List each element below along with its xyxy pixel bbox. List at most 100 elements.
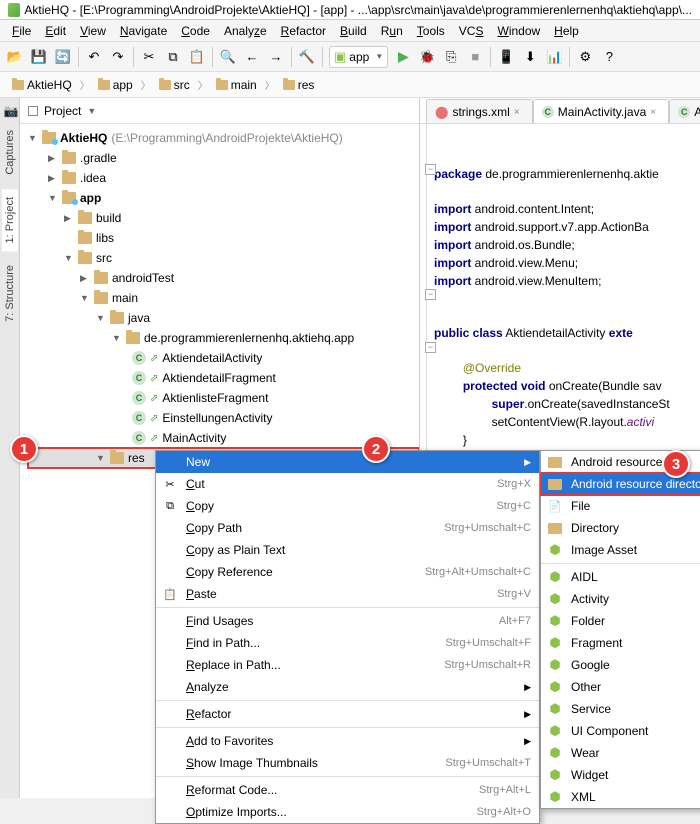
tree-gradle[interactable]: ▶.gradle xyxy=(28,148,419,168)
close-icon[interactable]: × xyxy=(650,107,660,117)
tree-class2[interactable]: C⬀AktiendetailFragment xyxy=(28,368,419,388)
sdk-icon[interactable]: ⬇ xyxy=(521,48,539,66)
tree-root[interactable]: ▼AktieHQ (E:\Programming\AndroidProjekte… xyxy=(28,128,419,148)
crumb-src[interactable]: src xyxy=(153,76,196,94)
crumb-res[interactable]: res xyxy=(277,76,321,94)
menu-item-add-to-favorites[interactable]: Add to Favorites▶ xyxy=(156,730,539,752)
menu-item-find-in-path-[interactable]: Find in Path...Strg+Umschalt+F xyxy=(156,632,539,654)
build-icon[interactable]: 🔨 xyxy=(298,48,316,66)
menu-item-copy[interactable]: ⧉CopyStrg+C xyxy=(156,495,539,517)
tree-class5[interactable]: C⬀MainActivity xyxy=(28,428,419,448)
menu-refactor[interactable]: Refactor xyxy=(275,22,332,40)
find-icon[interactable]: 🔍 xyxy=(219,48,237,66)
context-submenu-new[interactable]: Android resource fileAndroid resource di… xyxy=(540,450,700,809)
menu-run[interactable]: Run xyxy=(375,22,409,40)
view-mode-icon[interactable] xyxy=(28,106,38,116)
crumb-main[interactable]: main xyxy=(210,76,263,94)
menu-item-copy-path[interactable]: Copy PathStrg+Umschalt+C xyxy=(156,517,539,539)
save-icon[interactable]: 💾 xyxy=(30,48,48,66)
back-icon[interactable]: ← xyxy=(243,48,261,66)
context-menu[interactable]: New▶✂CutStrg+X⧉CopyStrg+CCopy PathStrg+U… xyxy=(155,450,540,824)
fold-icon[interactable]: − xyxy=(425,342,436,353)
tree-package[interactable]: ▼de.programmierenlernenhq.aktiehq.app xyxy=(28,328,419,348)
menu-item-analyze[interactable]: Analyze▶ xyxy=(156,676,539,698)
tree-idea[interactable]: ▶.idea xyxy=(28,168,419,188)
copy-icon[interactable]: ⧉ xyxy=(164,48,182,66)
menu-item-image-asset[interactable]: ⬢Image Asset xyxy=(541,539,700,561)
redo-icon[interactable]: ↷ xyxy=(109,48,127,66)
debug-icon[interactable]: 🐞 xyxy=(418,48,436,66)
menu-window[interactable]: Window xyxy=(491,22,546,40)
menu-item-copy-as-plain-text[interactable]: Copy as Plain Text xyxy=(156,539,539,561)
camera-icon[interactable]: 📷 xyxy=(4,104,16,116)
monitor-icon[interactable]: 📊 xyxy=(545,48,563,66)
menu-item-show-image-thumbnails[interactable]: Show Image ThumbnailsStrg+Umschalt+T xyxy=(156,752,539,774)
dropdown-icon[interactable]: ▼ xyxy=(87,106,96,116)
menu-item-optimize-imports-[interactable]: Optimize Imports...Strg+Alt+O xyxy=(156,801,539,823)
open-icon[interactable]: 📂 xyxy=(6,48,24,66)
menu-item-paste[interactable]: 📋PasteStrg+V xyxy=(156,583,539,605)
menu-item-replace-in-path-[interactable]: Replace in Path...Strg+Umschalt+R xyxy=(156,654,539,676)
avd-icon[interactable]: 📱 xyxy=(497,48,515,66)
tree-main[interactable]: ▼main xyxy=(28,288,419,308)
tree-androidtest[interactable]: ▶androidTest xyxy=(28,268,419,288)
menu-item-other[interactable]: ⬢Other▶ xyxy=(541,676,700,698)
menu-item-widget[interactable]: ⬢Widget▶ xyxy=(541,764,700,786)
menu-tools[interactable]: Tools xyxy=(411,22,451,40)
tab-akt[interactable]: CAkt xyxy=(669,99,700,123)
menu-item-cut[interactable]: ✂CutStrg+X xyxy=(156,473,539,495)
forward-icon[interactable]: → xyxy=(267,48,285,66)
menu-item-new[interactable]: New▶ xyxy=(156,451,539,473)
help-icon[interactable]: ? xyxy=(600,48,618,66)
paste-icon[interactable]: 📋 xyxy=(188,48,206,66)
tab-mainactivity[interactable]: CMainActivity.java× xyxy=(533,99,669,123)
menu-item-directory[interactable]: Directory xyxy=(541,517,700,539)
menu-build[interactable]: Build xyxy=(334,22,373,40)
menu-view[interactable]: View xyxy=(74,22,112,40)
tree-class4[interactable]: C⬀EinstellungenActivity xyxy=(28,408,419,428)
tab-strings[interactable]: ⬤strings.xml× xyxy=(426,99,533,123)
module-selector[interactable]: ▣ app xyxy=(329,46,388,68)
menu-item-file[interactable]: 📄File xyxy=(541,495,700,517)
sync-icon[interactable]: 🔄 xyxy=(54,48,72,66)
run-icon[interactable]: ▶ xyxy=(394,48,412,66)
tab-captures[interactable]: Captures xyxy=(2,122,18,183)
tree-java[interactable]: ▼java xyxy=(28,308,419,328)
menu-item-ui-component[interactable]: ⬢UI Component▶ xyxy=(541,720,700,742)
menu-item-fragment[interactable]: ⬢Fragment▶ xyxy=(541,632,700,654)
tree-class3[interactable]: C⬀AktienlisteFragment xyxy=(28,388,419,408)
menu-item-folder[interactable]: ⬢Folder▶ xyxy=(541,610,700,632)
tree-class1[interactable]: C⬀AktiendetailActivity xyxy=(28,348,419,368)
settings-icon[interactable]: ⚙ xyxy=(576,48,594,66)
stop-icon[interactable]: ■ xyxy=(466,48,484,66)
menu-item-reformat-code-[interactable]: Reformat Code...Strg+Alt+L xyxy=(156,779,539,801)
menu-item-aidl[interactable]: ⬢AIDL▶ xyxy=(541,566,700,588)
tab-project[interactable]: 1: Project xyxy=(2,189,18,251)
menu-analyze[interactable]: Analyze xyxy=(218,22,273,40)
menu-item-find-usages[interactable]: Find UsagesAlt+F7 xyxy=(156,610,539,632)
menu-code[interactable]: Code xyxy=(175,22,216,40)
attach-icon[interactable]: ⎘ xyxy=(442,48,460,66)
tree-src[interactable]: ▼src xyxy=(28,248,419,268)
menu-file[interactable]: File xyxy=(6,22,37,40)
close-icon[interactable]: × xyxy=(514,107,524,117)
pane-title[interactable]: Project xyxy=(44,104,81,118)
tree-build[interactable]: ▶build xyxy=(28,208,419,228)
menu-item-refactor[interactable]: Refactor▶ xyxy=(156,703,539,725)
tab-structure[interactable]: 7: Structure xyxy=(2,257,18,330)
menu-item-activity[interactable]: ⬢Activity▶ xyxy=(541,588,700,610)
crumb-project[interactable]: AktieHQ xyxy=(6,76,78,94)
fold-icon[interactable]: − xyxy=(425,164,436,175)
menu-item-google[interactable]: ⬢Google▶ xyxy=(541,654,700,676)
menu-vcs[interactable]: VCS xyxy=(453,22,490,40)
menu-item-copy-reference[interactable]: Copy ReferenceStrg+Alt+Umschalt+C xyxy=(156,561,539,583)
cut-icon[interactable]: ✂ xyxy=(140,48,158,66)
menu-item-service[interactable]: ⬢Service▶ xyxy=(541,698,700,720)
menu-item-wear[interactable]: ⬢Wear▶ xyxy=(541,742,700,764)
menu-bar[interactable]: File Edit View Navigate Code Analyze Ref… xyxy=(0,20,700,42)
menu-edit[interactable]: Edit xyxy=(39,22,72,40)
menu-navigate[interactable]: Navigate xyxy=(114,22,173,40)
tree-libs[interactable]: libs xyxy=(28,228,419,248)
menu-item-xml[interactable]: ⬢XML▶ xyxy=(541,786,700,808)
crumb-app[interactable]: app xyxy=(92,76,139,94)
